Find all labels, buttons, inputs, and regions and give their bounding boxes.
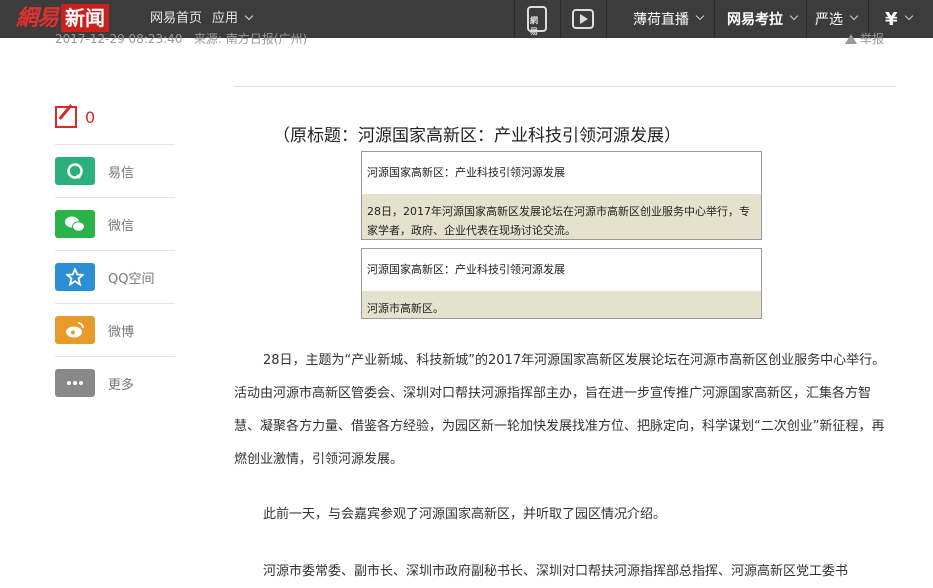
netease-news-logo[interactable]: 網易 新闻 xyxy=(16,3,110,33)
divider xyxy=(606,0,607,38)
qzone-icon xyxy=(55,263,95,291)
divider xyxy=(55,144,175,145)
divider xyxy=(514,0,515,38)
report-label: 举报 xyxy=(860,32,885,46)
comment-count: 0 xyxy=(85,107,96,127)
divider xyxy=(560,0,561,38)
logo-text: 網易 xyxy=(16,5,59,31)
menu-kaola-label: 网易考拉 xyxy=(727,12,783,28)
publish-datetime: 2017-12-29 08:23:40 xyxy=(55,32,183,46)
chevron-down-icon xyxy=(789,11,799,21)
chevron-down-icon xyxy=(904,11,913,21)
menu-live[interactable]: 薄荷直播 xyxy=(633,0,705,38)
phone-icon: 網易 xyxy=(527,6,547,36)
article-paragraph: 28日，主题为“产业新城、科技新城”的2017年河源国家高新区发展论坛在河源市高… xyxy=(234,353,886,467)
wechat-icon xyxy=(55,210,95,238)
share-wechat[interactable]: 微信 xyxy=(55,210,134,238)
nav-app-label: 应用 xyxy=(212,11,239,26)
video-button[interactable] xyxy=(572,0,594,38)
menu-finance[interactable]: ¥ xyxy=(885,0,913,38)
content-divider xyxy=(234,86,896,87)
share-weibo[interactable]: 微博 xyxy=(55,316,134,344)
phone-icon-label: 網易 xyxy=(530,16,538,36)
share-label: 更多 xyxy=(108,377,135,393)
image-caption-box[interactable]: 河源国家高新区：产业科技引领河源发展 28日，2017年河源国家高新区发展论坛在… xyxy=(361,151,762,240)
chevron-down-icon xyxy=(695,11,705,21)
yuan-icon: ¥ xyxy=(885,8,898,30)
share-qzone[interactable]: QQ空间 xyxy=(55,263,154,291)
comment-button[interactable]: 0 xyxy=(55,106,95,128)
mobile-app-button[interactable]: 網易 xyxy=(527,0,547,38)
report-link[interactable]: 举报 xyxy=(845,31,884,47)
share-yixin[interactable]: 易信 xyxy=(55,157,134,185)
image-title: 河源国家高新区：产业科技引领河源发展 xyxy=(367,263,565,276)
chevron-down-icon xyxy=(244,11,254,21)
edit-comment-icon xyxy=(55,106,77,128)
article-paragraph: 此前一天，与会嘉宾参观了河源国家高新区，并听取了园区情况介绍。 xyxy=(263,507,667,522)
share-label: 微博 xyxy=(108,324,135,340)
image-caption-box[interactable]: 河源国家高新区：产业科技引领河源发展 河源市高新区。 xyxy=(361,248,762,319)
menu-live-label: 薄荷直播 xyxy=(633,12,689,28)
share-label: 易信 xyxy=(108,165,135,181)
menu-yanxuan-label: 严选 xyxy=(815,12,843,28)
divider xyxy=(55,303,175,304)
article-meta: 2017-12-29 08:23:40 来源: 南方日报(广州) xyxy=(55,31,307,47)
divider xyxy=(55,356,175,357)
more-icon xyxy=(55,369,95,397)
chevron-down-icon xyxy=(849,11,859,21)
image-title: 河源国家高新区：产业科技引领河源发展 xyxy=(367,166,565,179)
divider xyxy=(714,0,715,38)
play-icon xyxy=(572,9,594,29)
image-caption: 河源市高新区。 xyxy=(362,291,761,318)
divider xyxy=(55,197,175,198)
yixin-icon xyxy=(55,157,95,185)
logo-badge: 新闻 xyxy=(61,4,110,32)
divider xyxy=(806,0,807,38)
share-more[interactable]: 更多 xyxy=(55,369,134,397)
original-title: （原标题：河源国家高新区：产业科技引领河源发展） xyxy=(273,126,681,146)
divider xyxy=(55,250,175,251)
share-label: 微信 xyxy=(108,218,135,234)
share-label: QQ空间 xyxy=(108,271,155,287)
weibo-icon xyxy=(55,316,95,344)
warning-icon xyxy=(845,34,857,44)
menu-kaola[interactable]: 网易考拉 xyxy=(727,0,799,38)
image-caption: 28日，2017年河源国家高新区发展论坛在河源市高新区创业服务中心举行，专家学者… xyxy=(362,194,761,239)
article-source[interactable]: 来源: 南方日报(广州) xyxy=(194,32,307,46)
article-paragraph: 河源市委常委、副市长、深圳市政府副秘书长、深圳对口帮扶河源指挥部总指挥、河源高新… xyxy=(263,564,849,579)
